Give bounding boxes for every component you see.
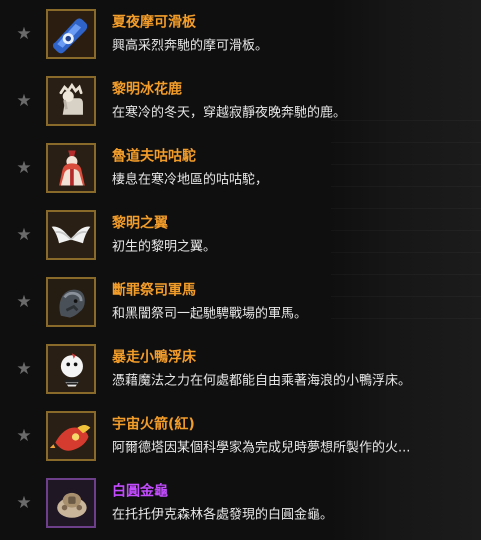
favorite-star-icon[interactable]: ★ xyxy=(14,158,34,178)
item-description: 阿爾德塔因某個科學家為完成兒時夢想所製作的火... xyxy=(112,440,411,455)
item-text: 斷罪祭司軍馬 和黑闇祭司一起馳騁戰場的軍馬。 xyxy=(112,281,307,322)
mount-list: ★ 夏夜摩可滑板 興高采烈奔馳的摩可滑板。 ★ 黎明冰花鹿 在寒冷的冬天，穿越寂… xyxy=(0,0,481,540)
item-text: 暴走小鴨浮床 憑藉魔法之力在何處都能自由乘著海浪的小鴨浮床。 xyxy=(112,348,411,389)
item-description: 初生的黎明之翼。 xyxy=(112,239,217,254)
item-description: 憑藉魔法之力在何處都能自由乘著海浪的小鴨浮床。 xyxy=(112,373,412,388)
favorite-star-icon[interactable]: ★ xyxy=(14,359,34,379)
item-name: 黎明冰花鹿 xyxy=(112,81,182,97)
rocket-icon xyxy=(46,410,96,461)
item-text: 夏夜摩可滑板 興高采烈奔馳的摩可滑板。 xyxy=(112,13,268,54)
list-item[interactable]: ★ 斷罪祭司軍馬 和黑闇祭司一起馳騁戰場的軍馬。 xyxy=(0,268,481,335)
item-description: 在托托伊克森林各處發現的白圓金龜。 xyxy=(112,507,334,522)
item-name: 斷罪祭司軍馬 xyxy=(112,282,196,298)
item-name: 暴走小鴨浮床 xyxy=(112,349,196,365)
item-name: 魯道夫咕咕駝 xyxy=(112,148,196,164)
item-name: 黎明之翼 xyxy=(112,215,168,231)
item-name: 白圓金龜 xyxy=(112,483,168,499)
skateboard-icon xyxy=(46,8,96,59)
favorite-star-icon[interactable]: ★ xyxy=(14,225,34,245)
item-text: 黎明之翼 初生的黎明之翼。 xyxy=(112,214,216,255)
favorite-star-icon[interactable]: ★ xyxy=(14,426,34,446)
item-description: 和黑闇祭司一起馳騁戰場的軍馬。 xyxy=(112,306,308,321)
list-item[interactable]: ★ 暴走小鴨浮床 憑藉魔法之力在何處都能自由乘著海浪的小鴨浮床。 xyxy=(0,335,481,402)
item-text: 黎明冰花鹿 在寒冷的冬天，穿越寂靜夜晚奔馳的鹿。 xyxy=(112,80,346,121)
favorite-star-icon[interactable]: ★ xyxy=(14,91,34,111)
warhorse-icon xyxy=(46,276,96,327)
item-text: 白圓金龜 在托托伊克森林各處發現的白圓金龜。 xyxy=(112,482,333,523)
item-description: 興高采烈奔馳的摩可滑板。 xyxy=(112,38,269,53)
item-description: 在寒冷的冬天，穿越寂靜夜晚奔馳的鹿。 xyxy=(112,105,347,120)
duck-float-icon xyxy=(46,343,96,394)
list-item[interactable]: ★ 黎明之翼 初生的黎明之翼。 xyxy=(0,201,481,268)
favorite-star-icon[interactable]: ★ xyxy=(14,292,34,312)
item-name: 夏夜摩可滑板 xyxy=(112,14,196,30)
list-item[interactable]: ★ 白圓金龜 在托托伊克森林各處發現的白圓金龜。 xyxy=(0,469,481,536)
wings-icon xyxy=(46,209,96,260)
item-name: 宇宙火箭(紅) xyxy=(112,416,195,432)
item-text: 魯道夫咕咕駝 棲息在寒冷地區的咕咕駝， xyxy=(112,147,268,188)
camel-icon xyxy=(46,142,96,193)
list-item[interactable]: ★ 宇宙火箭(紅) 阿爾德塔因某個科學家為完成兒時夢想所製作的火... xyxy=(0,402,481,469)
turtle-icon xyxy=(46,477,96,528)
list-item[interactable]: ★ 魯道夫咕咕駝 棲息在寒冷地區的咕咕駝， xyxy=(0,134,481,201)
list-item[interactable]: ★ 夏夜摩可滑板 興高采烈奔馳的摩可滑板。 xyxy=(0,0,481,67)
deer-icon xyxy=(46,75,96,126)
item-text: 宇宙火箭(紅) 阿爾德塔因某個科學家為完成兒時夢想所製作的火... xyxy=(112,415,410,456)
favorite-star-icon[interactable]: ★ xyxy=(14,24,34,44)
favorite-star-icon[interactable]: ★ xyxy=(14,493,34,513)
item-description: 棲息在寒冷地區的咕咕駝， xyxy=(112,172,269,187)
list-item[interactable]: ★ 黎明冰花鹿 在寒冷的冬天，穿越寂靜夜晚奔馳的鹿。 xyxy=(0,67,481,134)
